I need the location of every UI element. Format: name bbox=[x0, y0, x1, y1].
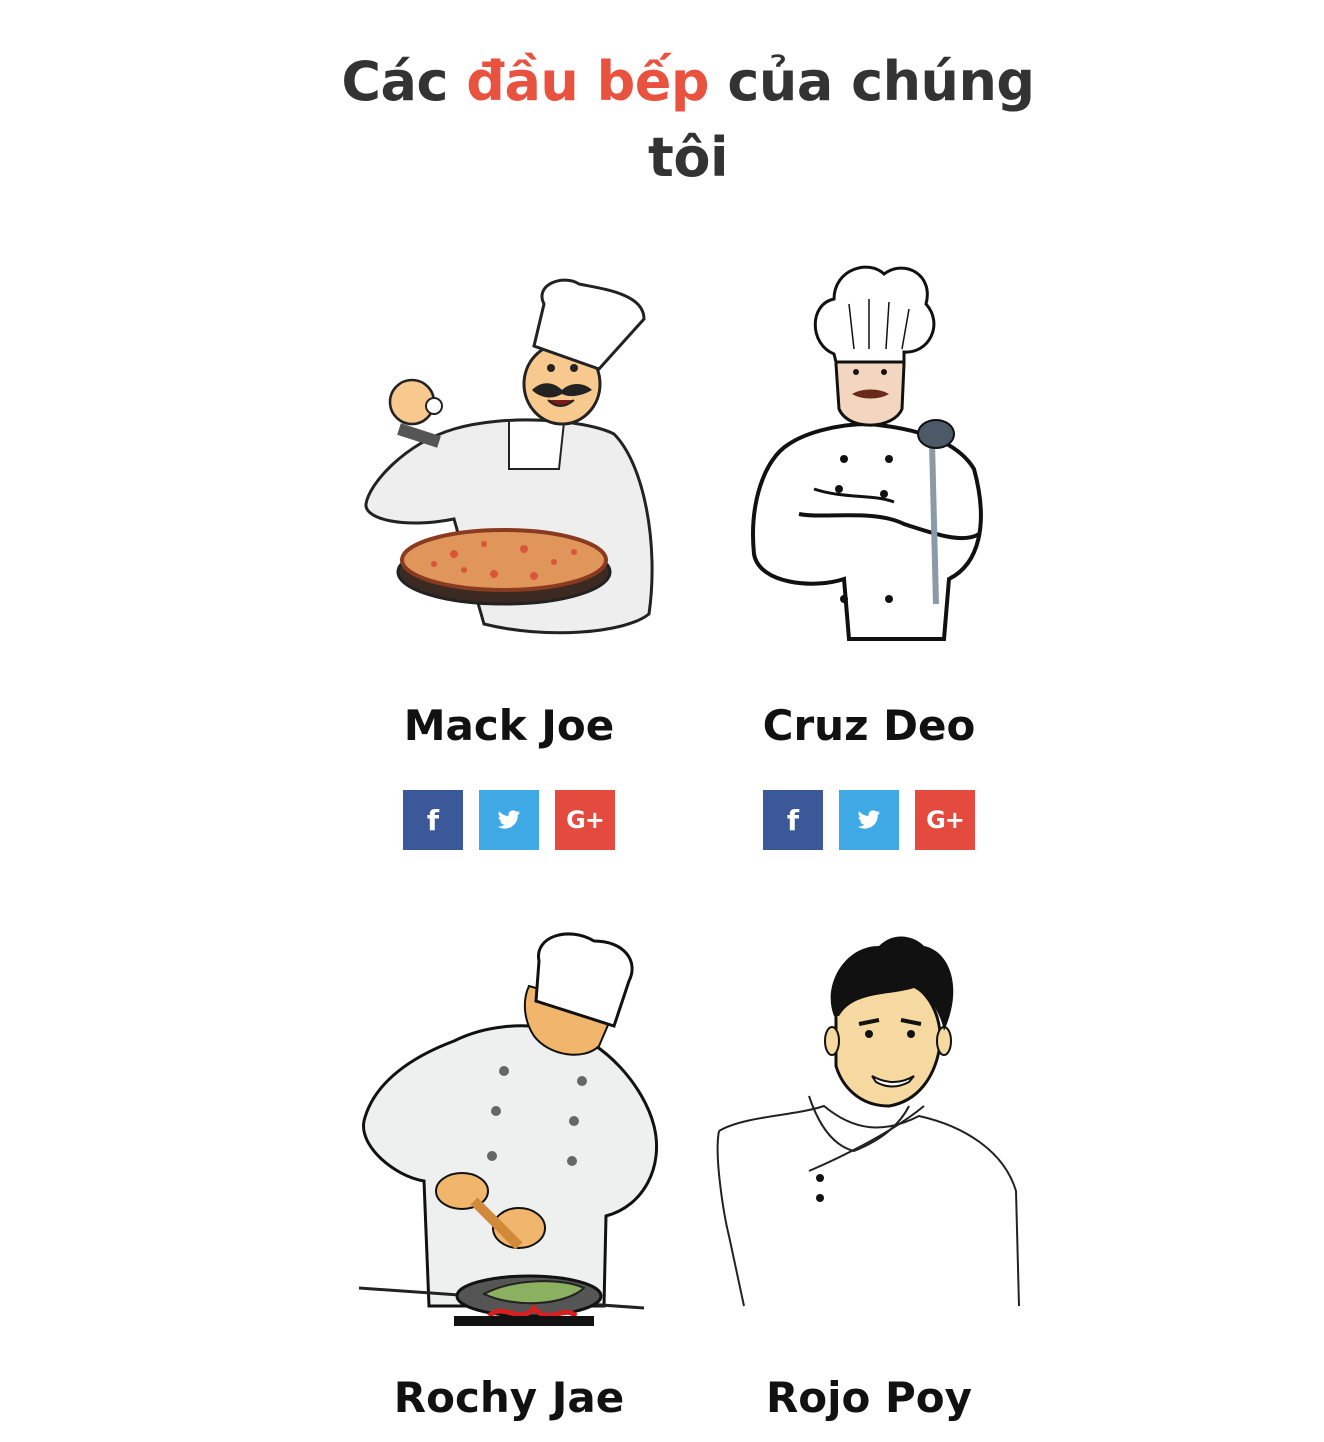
chef-photo bbox=[344, 916, 674, 1336]
social-links: f G+ bbox=[704, 790, 1034, 850]
title-text: Các bbox=[341, 50, 467, 114]
chef-name: Mack Joe bbox=[403, 701, 615, 750]
title-line-2: tôi bbox=[648, 126, 728, 190]
title-accent: đầu bếp bbox=[466, 50, 710, 114]
twitter-button[interactable] bbox=[479, 790, 539, 850]
title-text-rest: của chúng bbox=[709, 50, 1035, 114]
section-title: Các đầu bếp của chúng tôi bbox=[0, 44, 1324, 196]
google-plus-button[interactable]: G+ bbox=[555, 790, 615, 850]
facebook-icon: f bbox=[426, 803, 440, 837]
chef-name: Cruz Deo bbox=[762, 701, 976, 750]
google-plus-button[interactable]: G+ bbox=[915, 790, 975, 850]
twitter-icon bbox=[857, 810, 881, 829]
google-plus-icon: G+ bbox=[926, 806, 965, 834]
social-links: f G+ bbox=[344, 790, 674, 850]
chef-photo bbox=[704, 916, 1034, 1336]
chef-name: Rojo Poy bbox=[765, 1373, 973, 1422]
facebook-button[interactable]: f bbox=[403, 790, 463, 850]
chef-photo bbox=[704, 244, 1034, 664]
google-plus-icon: G+ bbox=[566, 806, 605, 834]
facebook-button[interactable]: f bbox=[763, 790, 823, 850]
chef-photo bbox=[344, 244, 674, 664]
chef-name: Rochy Jae bbox=[393, 1373, 625, 1422]
twitter-icon bbox=[497, 810, 521, 829]
twitter-button[interactable] bbox=[839, 790, 899, 850]
facebook-icon: f bbox=[786, 803, 800, 837]
